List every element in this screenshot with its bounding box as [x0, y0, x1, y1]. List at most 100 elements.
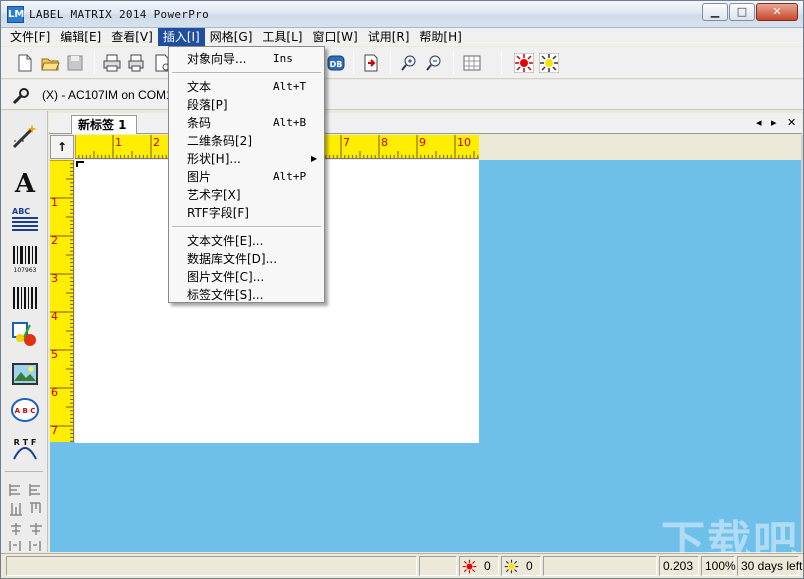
printer-bar: (X) - AC107IM on COM1: — [1, 80, 803, 110]
align-center-icon[interactable] — [8, 521, 42, 537]
palette-separator — [5, 471, 43, 472]
new-icon[interactable] — [15, 53, 35, 73]
vertical-ruler: 1 2 3 4 5 6 7 — [50, 160, 74, 442]
insert-menu-item[interactable]: 段落[P] — [169, 96, 324, 114]
toolbar-separator — [501, 52, 502, 74]
insert-menu-item[interactable]: 文本文件[E]... — [169, 232, 324, 250]
database-icon[interactable]: DB — [326, 53, 346, 73]
insert-menu-item[interactable]: 图片文件[C]... — [169, 268, 324, 286]
menu-file[interactable]: 文件[F] — [5, 28, 55, 46]
menu-edit[interactable]: 编辑[E] — [55, 28, 106, 46]
insert-menu-item[interactable]: 条码 Alt+B — [169, 114, 324, 132]
minimize-button[interactable]: ▁ — [702, 3, 728, 21]
document-tab-strip: 新标签 1 ◂ ▸ ✕ — [49, 113, 802, 134]
insert-menu-item-label: 图片文件[C]... — [187, 270, 265, 284]
printer-name[interactable]: (X) - AC107IM on COM1: — [42, 88, 176, 102]
ruler-number: 5 — [51, 348, 58, 361]
menu-bar: 文件[F] 编辑[E] 查看[V] 插入[I] 网格[G] 工具[L] 窗口[W… — [1, 28, 803, 46]
status-blank-2 — [543, 556, 657, 576]
title-bar: LM LABEL MATRIX 2014 PowerPro ▁ □ ✕ — [1, 1, 803, 28]
menu-help[interactable]: 帮助[H] — [414, 28, 466, 46]
paragraph-tool-icon[interactable]: ABC — [10, 205, 40, 235]
insert-menu-item[interactable]: 标签文件[S]... — [169, 286, 324, 304]
print-icon[interactable] — [102, 53, 122, 73]
text-tool-icon[interactable]: A — [10, 167, 40, 197]
maximize-button[interactable]: □ — [729, 3, 755, 21]
red-light-icon — [462, 559, 477, 574]
insert-menu-item-label: 图片 — [187, 170, 212, 184]
print-preview-icon[interactable] — [127, 53, 147, 73]
barcode-tool-icon[interactable]: 107963 — [10, 243, 40, 273]
insert-menu-item-label: RTF字段[F] — [187, 206, 249, 220]
status-position: 0.203 — [659, 556, 699, 576]
grid-icon[interactable] — [462, 53, 482, 73]
database-label: DB — [330, 60, 343, 69]
insert-menu-dropdown: 对象向导... Ins 文本 Alt+T 段落[P] 条码 Alt+B 二维条码[2] 形状[H… — [168, 46, 325, 303]
insertion-cursor — [76, 161, 84, 167]
menu-view[interactable]: 查看[V] — [106, 28, 158, 46]
insert-menu-item[interactable]: 文本 Alt+T — [169, 78, 324, 96]
open-icon[interactable] — [40, 53, 60, 73]
shape-tool-icon[interactable] — [10, 319, 40, 349]
submenu-arrow-icon: ▶ — [311, 154, 318, 163]
red-light-icon[interactable] — [514, 53, 534, 73]
status-zoom: 100% — [701, 556, 736, 576]
menu-insert[interactable]: 插入[I] — [157, 28, 205, 46]
insert-menu-shortcut: Alt+B — [273, 116, 307, 129]
toolbar-separator — [94, 52, 95, 74]
2d-barcode-tool-icon[interactable] — [10, 283, 40, 313]
menu-separator — [172, 72, 321, 74]
tab-new-label-1[interactable]: 新标签 1 — [71, 115, 137, 134]
insert-menu-item[interactable]: 艺术字[X] — [169, 186, 324, 204]
menu-window[interactable]: 窗口[W] — [307, 28, 362, 46]
insert-menu-item-label: 文本文件[E]... — [187, 234, 264, 248]
art-text-tool-icon[interactable]: A B C — [10, 395, 40, 425]
wizard-icon[interactable] — [10, 121, 40, 151]
yellow-light-icon[interactable] — [539, 53, 559, 73]
printer-settings-icon[interactable] — [12, 87, 30, 105]
zoom-out-icon[interactable] — [424, 53, 444, 73]
yellow-light-icon — [504, 559, 519, 574]
menu-grid[interactable]: 网格[G] — [205, 28, 258, 46]
toolbar-separator — [453, 52, 454, 74]
tab-scroll-right-button[interactable]: ▸ — [771, 116, 777, 129]
insert-menu-item[interactable]: 二维条码[2] — [169, 132, 324, 150]
menu-separator — [172, 226, 321, 228]
insert-menu-item[interactable]: 形状[H]... ▶ — [169, 150, 324, 168]
insert-menu-shortcut: Alt+P — [273, 170, 307, 183]
picture-tool-icon[interactable] — [10, 359, 40, 389]
menu-trial[interactable]: 试用[R] — [363, 28, 415, 46]
align-left-icon[interactable] — [8, 482, 42, 498]
close-button[interactable]: ✕ — [756, 3, 798, 21]
status-blank — [419, 556, 457, 576]
align-top-icon[interactable] — [8, 501, 42, 517]
export-icon[interactable] — [361, 53, 381, 73]
insert-menu-item-label: 数据库文件[D]... — [187, 252, 278, 266]
ruler-number: 9 — [419, 136, 426, 149]
status-bar: 0 0 0.203 100% 30 days left — [1, 553, 803, 578]
menu-tools[interactable]: 工具[L] — [257, 28, 307, 46]
insert-menu-item[interactable]: 对象向导... Ins — [169, 50, 324, 68]
insert-menu-item-label: 段落[P] — [187, 98, 228, 112]
tab-close-button[interactable]: ✕ — [787, 116, 796, 129]
insert-menu-item[interactable]: RTF字段[F] — [169, 204, 324, 222]
window-title: LABEL MATRIX 2014 PowerPro — [29, 8, 209, 21]
insert-menu-item[interactable]: 数据库文件[D]... — [169, 250, 324, 268]
ruler-number: 7 — [51, 424, 58, 437]
ruler-number: 1 — [115, 136, 122, 149]
text-tool-glyph: A — [14, 169, 36, 197]
status-yellow-counter: 0 — [501, 556, 541, 576]
rtf-tool-icon[interactable]: R T F — [10, 433, 40, 463]
toolbar-separator — [390, 52, 391, 74]
insert-menu-item[interactable]: 图片 Alt+P — [169, 168, 324, 186]
ruler-corner-button[interactable]: ↑ — [50, 135, 74, 159]
zoom-in-icon[interactable] — [399, 53, 419, 73]
distribute-icon[interactable] — [8, 539, 42, 551]
tab-scroll-left-button[interactable]: ◂ — [756, 116, 762, 129]
insert-menu-item-label: 文本 — [187, 80, 212, 94]
save-icon[interactable] — [65, 53, 85, 73]
barcode-tool-number: 107963 — [14, 267, 37, 273]
status-trial: 30 days left — [737, 556, 802, 576]
app-logo-icon: LM — [7, 6, 24, 23]
tool-palette: A ABC 107963 A B C R T F — [1, 111, 48, 552]
